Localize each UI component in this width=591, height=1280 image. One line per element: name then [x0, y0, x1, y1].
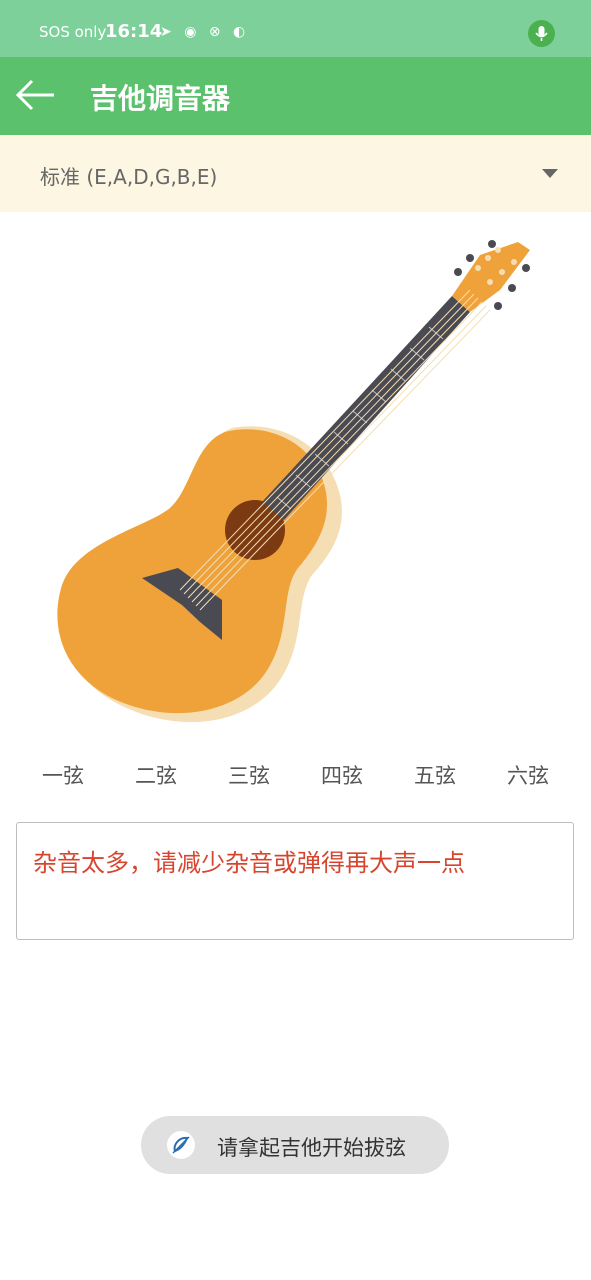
- string-4-button[interactable]: 四弦: [307, 760, 377, 790]
- app-icon: ◐: [233, 24, 250, 40]
- guitar-illustration: [0, 212, 591, 752]
- status-bar: SOS only 16:14 ➤ ◉ ⊗ ◐: [0, 0, 591, 57]
- string-5-button[interactable]: 五弦: [400, 760, 470, 790]
- vpn-icon: ⊗: [208, 24, 225, 40]
- string-2-button[interactable]: 二弦: [121, 760, 191, 790]
- notification-icons: ➤ ◉ ⊗ ◐: [160, 24, 249, 40]
- string-6-button[interactable]: 六弦: [493, 760, 563, 790]
- mic-icon: [528, 20, 555, 47]
- string-1-button[interactable]: 一弦: [28, 760, 98, 790]
- tuning-selector[interactable]: 标准 (E,A,D,G,B,E): [0, 135, 591, 212]
- carrier-text: SOS only: [39, 23, 107, 41]
- back-arrow-icon[interactable]: [14, 77, 58, 113]
- status-message-box: 杂音太多，请减少杂音或弹得再大声一点: [16, 822, 574, 940]
- string-3-button[interactable]: 三弦: [214, 760, 284, 790]
- start-plucking-prompt[interactable]: 请拿起吉他开始拔弦: [141, 1116, 449, 1174]
- telegram-icon: ➤: [160, 24, 176, 40]
- dropdown-arrow-icon[interactable]: [542, 169, 558, 178]
- clock-text: 16:14: [105, 21, 163, 42]
- tuning-selected-value: 标准 (E,A,D,G,B,E): [40, 165, 218, 189]
- string-selector: 一弦 二弦 三弦 四弦 五弦 六弦: [0, 760, 591, 800]
- page-title: 吉他调音器: [90, 82, 231, 115]
- guitar-pick-icon: [165, 1129, 197, 1161]
- status-message-text: 杂音太多，请减少杂音或弹得再大声一点: [33, 849, 465, 877]
- game-icon: ◉: [184, 24, 201, 40]
- prompt-text: 请拿起吉他开始拔弦: [217, 1136, 406, 1160]
- app-bar: 吉他调音器: [0, 57, 591, 135]
